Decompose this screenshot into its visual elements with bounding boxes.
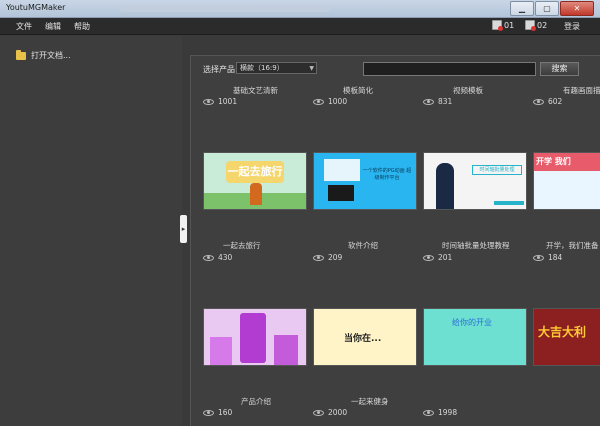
app-title: YoutuMGMaker xyxy=(6,3,66,12)
chevron-down-icon: ▼ xyxy=(309,65,314,72)
notification-2[interactable]: 02 xyxy=(525,20,548,31)
folder-icon xyxy=(16,49,26,60)
view-count: 160 xyxy=(203,408,232,417)
template-thumbnail[interactable]: 大吉大利 xyxy=(533,308,600,366)
template-thumbnail[interactable]: 时间轴批量处理 xyxy=(423,152,527,210)
card-title: 有趣画面描述 xyxy=(563,86,600,95)
product-select[interactable]: 横款（16:9） ▼ xyxy=(236,62,317,74)
menu-help[interactable]: 帮助 xyxy=(74,21,90,32)
view-count: 602 xyxy=(533,97,562,106)
minimize-button[interactable]: ▁ xyxy=(510,1,534,16)
card-title: 视频模板 xyxy=(453,86,483,95)
template-thumbnail[interactable]: 开学 我们 xyxy=(533,152,600,210)
card-title: 模板简化 xyxy=(343,86,373,95)
blurred-path xyxy=(120,5,330,12)
template-thumbnail[interactable] xyxy=(203,308,307,366)
notification-1[interactable]: 01 xyxy=(492,20,515,31)
menu-file[interactable]: 文件 xyxy=(16,21,32,32)
thumb-text: 开学 我们 xyxy=(536,157,571,166)
thumb-text: 当你在... xyxy=(344,334,382,344)
eye-icon xyxy=(313,254,324,261)
view-count: 184 xyxy=(533,253,562,262)
card-title: 产品介绍 xyxy=(241,397,271,406)
card-title: 一起去旅行 xyxy=(223,241,261,250)
view-count: 209 xyxy=(313,253,342,262)
search-input[interactable] xyxy=(363,62,536,76)
login-link[interactable]: 登录 xyxy=(564,21,580,32)
view-count: 2000 xyxy=(313,408,347,417)
eye-icon xyxy=(423,254,434,261)
close-button[interactable]: ✕ xyxy=(560,1,594,16)
view-count: 1001 xyxy=(203,97,237,106)
product-filter-label: 选择产品: xyxy=(203,65,238,74)
search-button[interactable]: 搜索 xyxy=(540,62,579,76)
user-message-icon xyxy=(525,20,536,31)
window-controls: ▁ ▢ ✕ xyxy=(510,1,594,16)
thumb-text: 大吉大利 xyxy=(538,325,587,339)
template-thumbnail[interactable]: 给你的开业 xyxy=(423,308,527,366)
template-thumbnail[interactable]: 一个软件的PG动画 超级制作平台 xyxy=(313,152,417,210)
notification-2-count: 02 xyxy=(537,20,548,30)
product-select-value: 横款（16:9） xyxy=(240,64,284,72)
thumb-text: 一起去旅行 xyxy=(226,161,284,183)
view-count: 430 xyxy=(203,253,232,262)
template-gallery: 选择产品: 横款（16:9） ▼ 搜索 基础文艺清新 模板简化 视频模板 有趣画… xyxy=(190,55,600,426)
view-count: 201 xyxy=(423,253,452,262)
notification-1-count: 01 xyxy=(504,20,515,30)
open-document-label: 打开文档... xyxy=(31,51,71,60)
eye-icon xyxy=(533,98,544,105)
eye-icon xyxy=(423,409,434,416)
card-title: 时间轴批量处理教程 xyxy=(442,241,510,250)
card-title: 软件介绍 xyxy=(348,241,378,250)
eye-icon xyxy=(313,98,324,105)
eye-icon xyxy=(203,98,214,105)
card-title: 开学，我们准备 xyxy=(546,241,599,250)
collapse-handle[interactable]: ▸ xyxy=(180,215,187,243)
card-title: 基础文艺清新 xyxy=(233,86,278,95)
template-thumbnail[interactable]: 一起去旅行 xyxy=(203,152,307,210)
menu-bar: 文件 编辑 帮助 01 02 登录 xyxy=(0,18,600,35)
eye-icon xyxy=(313,409,324,416)
open-document-button[interactable]: 打开文档... xyxy=(16,49,71,61)
eye-icon xyxy=(203,409,214,416)
eye-icon xyxy=(533,254,544,261)
thumb-text: 给你的开业 xyxy=(452,318,492,327)
menu-edit[interactable]: 编辑 xyxy=(45,21,61,32)
thumb-text: 时间轴批量处理 xyxy=(472,165,522,175)
view-count: 1998 xyxy=(423,408,457,417)
view-count: 831 xyxy=(423,97,452,106)
eye-icon xyxy=(203,254,214,261)
view-count: 1000 xyxy=(313,97,347,106)
left-sidebar: 打开文档... xyxy=(0,36,182,426)
user-message-icon xyxy=(492,20,503,31)
thumb-text: 一个软件的PG动画 超级制作平台 xyxy=(362,168,412,181)
card-title: 一起来健身 xyxy=(351,397,389,406)
title-bar: YoutuMGMaker ▁ ▢ ✕ xyxy=(0,0,600,18)
eye-icon xyxy=(423,98,434,105)
maximize-button[interactable]: ▢ xyxy=(535,1,559,16)
template-thumbnail[interactable]: 当你在... xyxy=(313,308,417,366)
